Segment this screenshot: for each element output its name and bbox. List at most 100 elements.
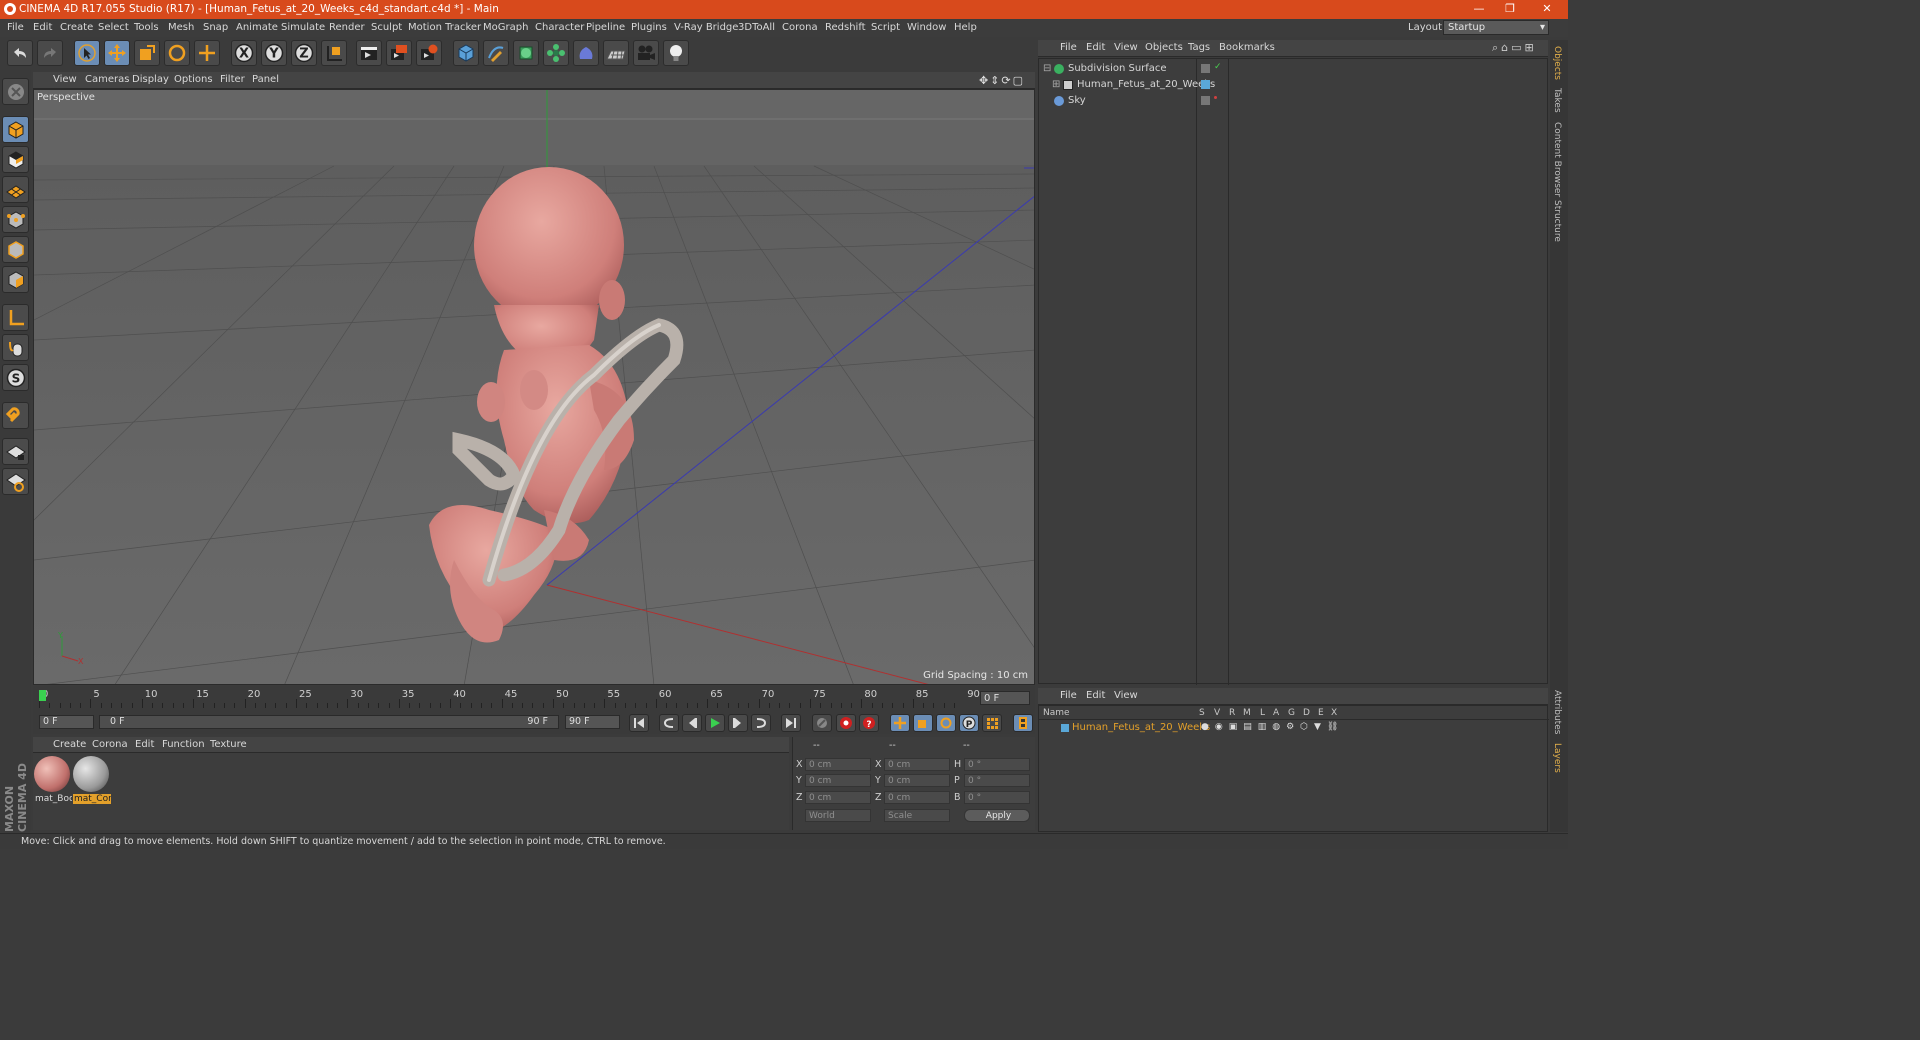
axis-mode-button[interactable] [2,304,29,331]
tab-objects[interactable]: Objects [1552,46,1562,80]
y-axis-button[interactable]: Y [261,40,287,66]
layer-tag-icon[interactable] [1201,64,1210,73]
obj-menu-view[interactable]: View [1114,42,1138,53]
playhead-marker[interactable] [39,690,46,701]
render-view-button[interactable] [356,40,382,66]
tab-content-browser[interactable]: Content Browser [1552,122,1562,197]
layer-col-render[interactable]: R [1229,708,1235,718]
rotation-p-field[interactable]: 0 ° [964,774,1030,787]
menu-pipeline[interactable]: Pipeline [586,22,625,33]
timeline-window-button[interactable] [1013,714,1033,732]
menu-select[interactable]: Select [98,22,129,33]
layer-col-animation[interactable]: A [1273,708,1279,718]
mat-menu-create[interactable]: Create [53,739,86,750]
tab-layers[interactable]: Layers [1552,743,1562,773]
x-axis-button[interactable]: X [231,40,257,66]
snap-enable-button[interactable]: S [2,364,29,391]
next-frame-button[interactable] [728,714,748,732]
layer-row[interactable]: Human_Fetus_at_20_Weeks ●◉▣▤▥◍⚙⬡▼⛓ [1039,721,1549,735]
size-y-field[interactable]: 0 cm [884,774,950,787]
timeline[interactable]: 051015202530354045505560657075808590 0 F [33,686,1035,712]
minimize-button[interactable]: — [1464,1,1494,17]
rotation-h-field[interactable]: 0 ° [964,758,1030,771]
move-tool-button[interactable] [104,40,130,66]
object-row[interactable]: ⊞ Human_Fetus_at_20_Weeks [1039,77,1549,93]
select-tool-button[interactable] [74,40,100,66]
vp-menu-display[interactable]: Display [132,74,169,85]
keyframe-selection-button[interactable]: ? [859,714,879,732]
key-position-button[interactable] [890,714,910,732]
viewport-nav-icons[interactable]: ✥⇕⟳▢ [979,74,1025,87]
prev-frame-button[interactable] [682,714,702,732]
obj-menu-edit[interactable]: Edit [1086,42,1105,53]
menu-edit[interactable]: Edit [33,22,52,33]
mat-menu-corona[interactable]: Corona [92,739,128,750]
magnet-button[interactable] [2,402,29,429]
menu-simulate[interactable]: Simulate [281,22,325,33]
menu-tools[interactable]: Tools [134,22,159,33]
add-floor-button[interactable] [603,40,629,66]
layer-col-generators[interactable]: G [1288,708,1295,718]
go-to-end-button[interactable] [781,714,801,732]
tab-structure[interactable]: Structure [1552,200,1562,242]
tree-collapse-icon[interactable]: ⊟ [1043,63,1051,74]
close-button[interactable]: ✕ [1532,1,1562,17]
object-row[interactable]: ⊟ Subdivision Surface ✓ [1039,61,1549,77]
layer-col-expressions[interactable]: E [1318,708,1324,718]
autokey-button[interactable] [836,714,856,732]
position-y-field[interactable]: 0 cm [805,774,871,787]
restore-button[interactable]: ❐ [1495,1,1525,17]
workplane-lock-button[interactable] [2,438,29,465]
points-mode-button[interactable] [2,206,29,233]
start-frame-field[interactable]: 0 F [39,715,94,729]
key-rotation-button[interactable] [936,714,956,732]
add-spline-button[interactable] [483,40,509,66]
edges-mode-button[interactable] [2,236,29,263]
play-button[interactable] [705,714,725,732]
material-swatch[interactable]: mat_Boc [34,756,72,804]
obj-menu-file[interactable]: File [1060,42,1077,53]
layer-tag-icon[interactable] [1201,96,1210,105]
mat-menu-texture[interactable]: Texture [210,739,247,750]
tab-takes[interactable]: Takes [1552,88,1562,113]
model-mode-button[interactable] [2,116,29,143]
enabled-check-icon[interactable]: ✓ [1214,62,1222,72]
layer-menu-file[interactable]: File [1060,690,1077,701]
layer-color-icon[interactable] [1201,80,1210,89]
visibility-dot-icon[interactable] [1214,96,1217,99]
obj-menu-tags[interactable]: Tags [1188,42,1210,53]
menu-plugins[interactable]: Plugins [631,22,667,33]
tree-expand-icon[interactable]: ⊞ [1052,79,1060,90]
menu-mesh[interactable]: Mesh [168,22,194,33]
size-mode-select[interactable]: Scale [884,809,950,822]
current-frame-field[interactable]: 0 F [980,691,1030,705]
3d-viewport[interactable]: Y X Perspective Grid Spacing : 10 cm [33,89,1035,685]
menu-character[interactable]: Character [535,22,584,33]
live-select-button[interactable] [194,40,220,66]
layer-menu-view[interactable]: View [1114,690,1138,701]
material-swatch[interactable]: mat_Cor [73,756,111,804]
menu-corona[interactable]: Corona [782,22,818,33]
texture-mode-button[interactable] [2,146,29,173]
mat-menu-function[interactable]: Function [162,739,205,750]
layer-toggle-icons[interactable]: ●◉▣▤▥◍⚙⬡▼⛓ [1201,722,1344,732]
frame-range-slider[interactable]: 0 F 90 F [99,715,559,729]
undo-button[interactable] [7,40,33,66]
coordinate-system-button[interactable] [321,40,347,66]
redo-button[interactable] [37,40,63,66]
workplane-align-button[interactable] [2,468,29,495]
add-deformer-button[interactable] [573,40,599,66]
render-settings-button[interactable] [416,40,442,66]
key-param-button[interactable]: P [959,714,979,732]
menu-sculpt[interactable]: Sculpt [371,22,402,33]
menu-snap[interactable]: Snap [203,22,228,33]
menu-3dtoall[interactable]: 3DToAll [738,22,775,33]
record-active-button[interactable] [812,714,832,732]
key-pla-button[interactable] [982,714,1002,732]
size-x-field[interactable]: 0 cm [884,758,950,771]
timeline-ruler[interactable]: 051015202530354045505560657075808590 [39,688,980,708]
layer-color-icon[interactable] [1061,724,1069,732]
go-to-start-button[interactable] [629,714,649,732]
menu-vray-bridge[interactable]: V-Ray Bridge [674,22,738,33]
vp-menu-options[interactable]: Options [174,74,213,85]
